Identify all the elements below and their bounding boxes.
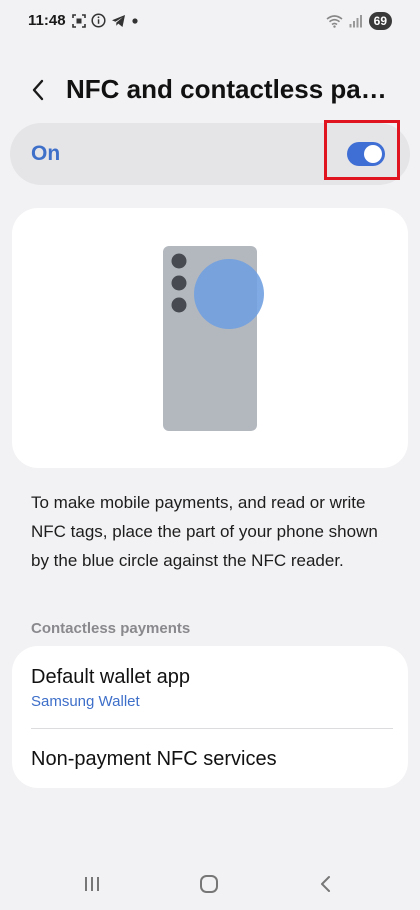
list-item-title: Default wallet app xyxy=(31,666,190,688)
dot-icon xyxy=(132,17,138,24)
list-item-title: Non-payment NFC services xyxy=(31,748,277,770)
screenshot-icon xyxy=(72,13,86,28)
status-bar: 11:48 69 xyxy=(0,0,420,44)
camera-lens-1 xyxy=(171,253,187,269)
nfc-area-circle xyxy=(194,259,264,329)
list-item-subtitle: Samsung Wallet xyxy=(31,693,140,710)
app-header: NFC and contactless payments xyxy=(0,68,420,112)
telegram-icon xyxy=(112,14,125,27)
nfc-illustration-card xyxy=(12,208,408,468)
wifi-icon xyxy=(326,15,343,28)
contactless-payments-list: Default wallet app Samsung Wallet Non-pa… xyxy=(12,646,408,788)
system-icons: 69 xyxy=(326,12,392,30)
signal-icon xyxy=(349,15,362,28)
list-divider xyxy=(31,728,393,729)
back-button[interactable] xyxy=(22,74,54,106)
nav-back-button[interactable] xyxy=(306,870,346,898)
nfc-description: To make mobile payments, and read or wri… xyxy=(31,493,378,570)
highlight-box xyxy=(324,120,400,180)
master-toggle-label: On xyxy=(31,142,61,165)
home-button[interactable] xyxy=(189,870,229,898)
notification-icons xyxy=(72,13,139,28)
chevron-left-icon xyxy=(32,79,44,101)
page-title: NFC and contactless payments xyxy=(66,74,396,104)
back-icon xyxy=(321,876,330,892)
camera-lens-3 xyxy=(171,297,187,313)
nfc-master-toggle-row[interactable]: On xyxy=(10,120,410,185)
home-icon xyxy=(200,875,218,893)
recents-button[interactable] xyxy=(72,870,112,898)
phone-nfc-illustration xyxy=(163,246,264,431)
status-time: 11:48 xyxy=(28,12,66,29)
camera-lens-2 xyxy=(171,275,187,291)
section-header-contactless: Contactless payments xyxy=(31,620,191,637)
info-icon xyxy=(91,13,106,28)
non-payment-nfc-services-item[interactable]: Non-payment NFC services xyxy=(12,730,408,788)
navigation-bar xyxy=(0,860,420,908)
default-wallet-app-item[interactable]: Default wallet app Samsung Wallet xyxy=(12,646,408,726)
battery-indicator: 69 xyxy=(368,12,392,30)
recents-icon xyxy=(85,877,99,891)
